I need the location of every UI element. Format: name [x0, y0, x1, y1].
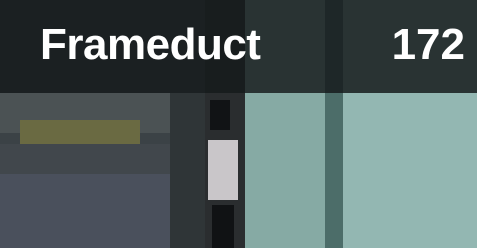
- item-count: 172: [391, 20, 465, 69]
- tile-title: Frameduct: [40, 20, 261, 69]
- thumbnail-tile[interactable]: Frameduct 172: [0, 0, 477, 248]
- tile-header: Frameduct 172: [0, 0, 477, 93]
